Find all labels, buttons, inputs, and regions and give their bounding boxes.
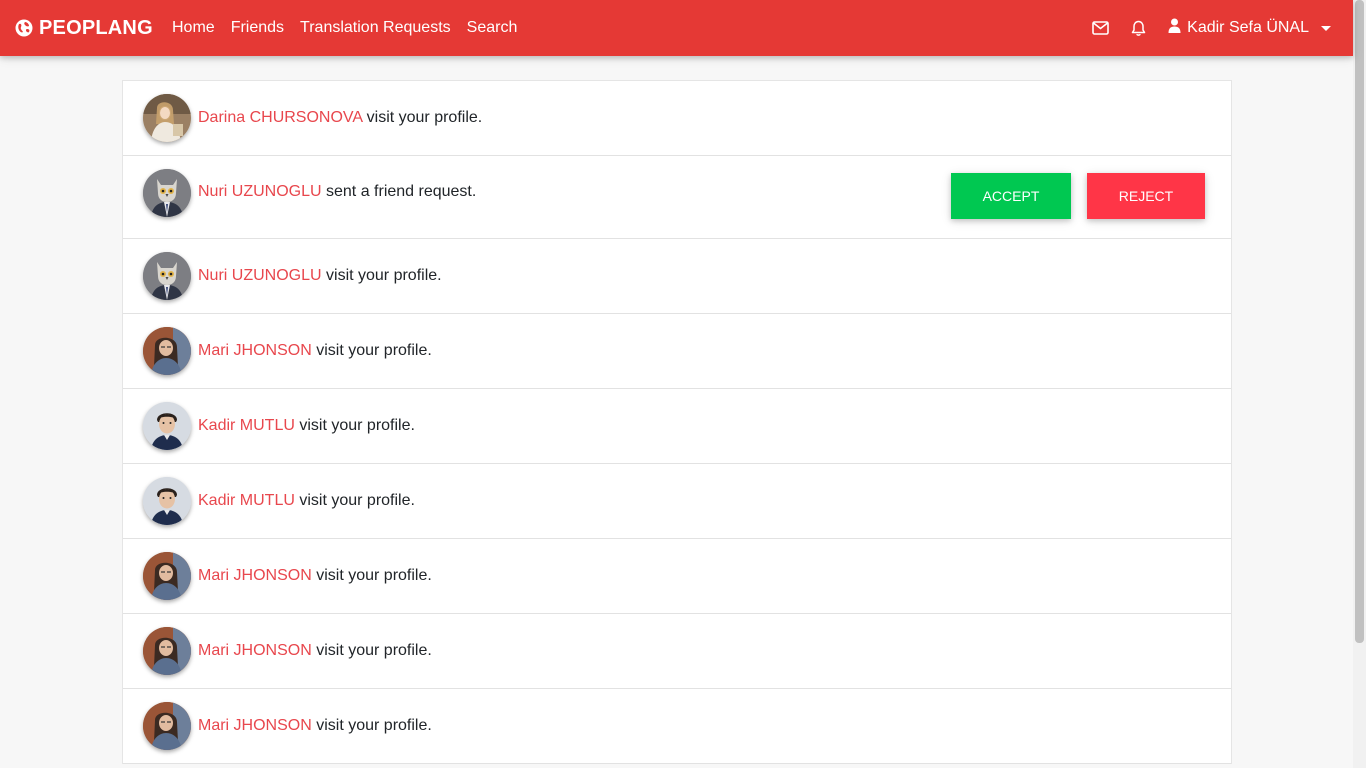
user-icon bbox=[1168, 18, 1181, 38]
notification-message: visit your profile. bbox=[294, 492, 415, 509]
notification-text: Mari JHONSON visit your profile. bbox=[198, 717, 432, 735]
notification-text: Mari JHONSON visit your profile. bbox=[198, 642, 432, 660]
user-link[interactable]: Mari JHONSON bbox=[198, 342, 312, 359]
notification-message: visit your profile. bbox=[311, 567, 432, 584]
notification-message: visit your profile. bbox=[362, 109, 483, 126]
brand[interactable]: PEOPLANG bbox=[15, 0, 153, 56]
notification-message: visit your profile. bbox=[311, 342, 432, 359]
caret-down-icon bbox=[1321, 25, 1331, 31]
avatar[interactable] bbox=[143, 702, 191, 750]
avatar[interactable] bbox=[143, 477, 191, 525]
reject-button[interactable]: REJECT bbox=[1087, 173, 1205, 219]
notification-message: visit your profile. bbox=[294, 417, 415, 434]
user-link[interactable]: Mari JHONSON bbox=[198, 717, 312, 734]
notification-item: Mari JHONSON visit your profile. bbox=[123, 614, 1231, 689]
globe-icon bbox=[15, 19, 33, 37]
nav-search[interactable]: Search bbox=[467, 19, 518, 37]
user-link[interactable]: Nuri UZUNOGLU bbox=[198, 183, 322, 200]
nav-friends[interactable]: Friends bbox=[231, 19, 284, 37]
avatar[interactable] bbox=[143, 327, 191, 375]
friend-request-item: Nuri UZUNOGLU sent a friend request. ACC… bbox=[123, 156, 1231, 239]
notification-item: Mari JHONSON visit your profile. bbox=[123, 539, 1231, 614]
avatar[interactable] bbox=[143, 627, 191, 675]
notification-item: Darina CHURSONOVA visit your profile. bbox=[123, 81, 1231, 156]
user-link[interactable]: Kadir MUTLU bbox=[198, 492, 295, 509]
notification-text: Kadir MUTLU visit your profile. bbox=[198, 492, 415, 510]
notification-message: visit your profile. bbox=[321, 267, 442, 284]
user-link[interactable]: Darina CHURSONOVA bbox=[198, 109, 362, 126]
user-menu[interactable]: Kadir Sefa ÜNAL bbox=[1168, 18, 1331, 38]
user-link[interactable]: Mari JHONSON bbox=[198, 567, 312, 584]
avatar[interactable] bbox=[143, 169, 191, 217]
user-name: Kadir Sefa ÜNAL bbox=[1187, 19, 1309, 36]
notification-text: Darina CHURSONOVA visit your profile. bbox=[198, 109, 482, 127]
notification-item: Kadir MUTLU visit your profile. bbox=[123, 464, 1231, 539]
notification-item: Mari JHONSON visit your profile. bbox=[123, 314, 1231, 389]
notification-item: Kadir MUTLU visit your profile. bbox=[123, 389, 1231, 464]
user-link[interactable]: Kadir MUTLU bbox=[198, 417, 295, 434]
notification-item: Nuri UZUNOGLU visit your profile. bbox=[123, 239, 1231, 314]
brand-name: PEOPLANG bbox=[39, 16, 153, 39]
notification-list: Darina CHURSONOVA visit your profile. Nu… bbox=[122, 80, 1232, 764]
scrollbar-thumb[interactable] bbox=[1355, 0, 1364, 643]
avatar[interactable] bbox=[143, 94, 191, 142]
avatar[interactable] bbox=[143, 402, 191, 450]
nav-home[interactable]: Home bbox=[172, 19, 215, 37]
notification-text: Mari JHONSON visit your profile. bbox=[198, 342, 432, 360]
notification-item: Mari JHONSON visit your profile. bbox=[123, 689, 1231, 764]
nav-right: Kadir Sefa ÜNAL bbox=[1092, 0, 1331, 56]
notification-text: Kadir MUTLU visit your profile. bbox=[198, 417, 415, 435]
envelope-icon[interactable] bbox=[1092, 21, 1109, 35]
avatar[interactable] bbox=[143, 552, 191, 600]
top-navbar: PEOPLANG Home Friends Translation Reques… bbox=[0, 0, 1353, 56]
notification-text: Mari JHONSON visit your profile. bbox=[198, 567, 432, 585]
nav-links: Home Friends Translation Requests Search bbox=[172, 0, 533, 56]
nav-translation-requests[interactable]: Translation Requests bbox=[300, 19, 451, 37]
user-link[interactable]: Nuri UZUNOGLU bbox=[198, 267, 322, 284]
notification-message: sent a friend request. bbox=[321, 183, 477, 200]
avatar[interactable] bbox=[143, 252, 191, 300]
accept-button[interactable]: ACCEPT bbox=[951, 173, 1071, 219]
notification-text: Nuri UZUNOGLU visit your profile. bbox=[198, 267, 442, 285]
user-link[interactable]: Mari JHONSON bbox=[198, 642, 312, 659]
notification-message: visit your profile. bbox=[311, 717, 432, 734]
bell-icon[interactable] bbox=[1131, 20, 1146, 37]
notification-message: visit your profile. bbox=[311, 642, 432, 659]
notification-text: Nuri UZUNOGLU sent a friend request. bbox=[198, 183, 476, 201]
scrollbar[interactable] bbox=[1353, 0, 1366, 768]
